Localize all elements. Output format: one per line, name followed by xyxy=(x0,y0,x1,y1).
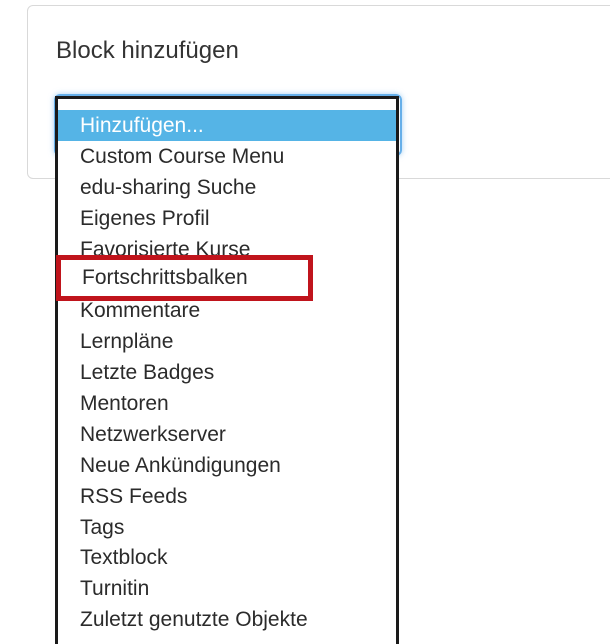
dropdown-option-lernplaene[interactable]: Lernpläne xyxy=(58,326,396,357)
dropdown-option-turnitin[interactable]: Turnitin xyxy=(58,573,396,604)
dropdown-option-list: Hinzufügen... Custom Course Menu edu-sha… xyxy=(58,99,396,635)
dropdown-option-custom-course-menu[interactable]: Custom Course Menu xyxy=(58,141,396,172)
dropdown-option-netzwerkserver[interactable]: Netzwerkserver xyxy=(58,419,396,450)
dropdown-option-rss-feeds[interactable]: RSS Feeds xyxy=(58,481,396,512)
dropdown-option-neue-ankuendigungen[interactable]: Neue Ankündigungen xyxy=(58,450,396,481)
dropdown-option-letzte-badges[interactable]: Letzte Badges xyxy=(58,357,396,388)
dropdown-option-edu-sharing-suche[interactable]: edu-sharing Suche xyxy=(58,172,396,203)
dropdown-option-zuletzt-genutzte-objekte[interactable]: Zuletzt genutzte Objekte xyxy=(58,604,396,635)
dropdown-option-kommentare[interactable]: Kommentare xyxy=(58,295,396,326)
add-block-dropdown[interactable]: Hinzufügen... Custom Course Menu edu-sha… xyxy=(55,96,399,644)
page: Block hinzufügen Hinzufügen... Custom Co… xyxy=(0,0,610,644)
highlighted-option-label[interactable]: Fortschrittsbalken xyxy=(82,260,248,296)
dropdown-option-tags[interactable]: Tags xyxy=(58,512,396,543)
dropdown-option-hinzufuegen[interactable]: Hinzufügen... xyxy=(58,110,396,141)
dropdown-option-eigenes-profil[interactable]: Eigenes Profil xyxy=(58,203,396,234)
dropdown-option-mentoren[interactable]: Mentoren xyxy=(58,388,396,419)
dropdown-option-textblock[interactable]: Textblock xyxy=(58,542,396,573)
block-title: Block hinzufügen xyxy=(56,37,239,64)
